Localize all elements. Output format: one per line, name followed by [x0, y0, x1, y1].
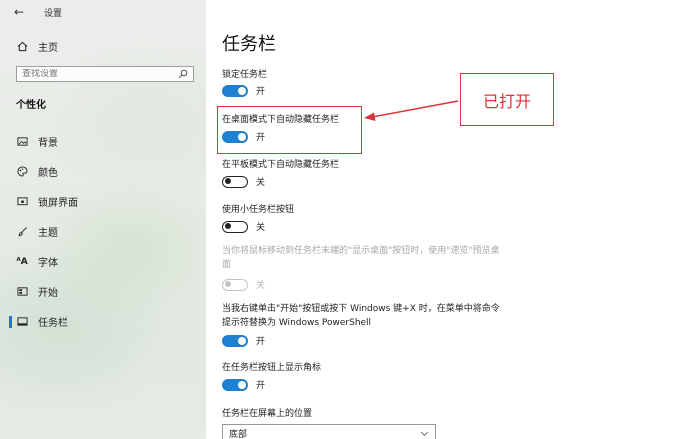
sidebar-item-taskbar[interactable]: 任务栏 [16, 314, 68, 329]
sidebar-item-label: 背景 [38, 138, 58, 149]
home-icon [16, 41, 28, 53]
setting-small-buttons: 关 [222, 220, 265, 233]
toggle-state-label: 开 [256, 87, 266, 97]
sidebar-item-lock-screen[interactable]: 锁屏界面 [16, 194, 78, 209]
active-indicator [9, 316, 12, 328]
setting-autohide-tablet: 关 [222, 175, 265, 188]
toggle-state-label: 关 [256, 178, 266, 188]
toggle-switch[interactable] [222, 220, 248, 233]
back-arrow-icon[interactable]: ← [14, 5, 28, 19]
sidebar-item-colors[interactable]: 颜色 [16, 164, 58, 179]
annotation-callout: 已打开 [460, 73, 554, 126]
select-value: 底部 [229, 429, 248, 439]
setting-label-small-buttons: 使用小任务栏按钮 [222, 205, 295, 215]
section-heading-personalization: 个性化 [16, 100, 46, 111]
toggle-switch[interactable] [222, 175, 248, 188]
setting-badges: 开 [222, 378, 265, 391]
sidebar-item-label: 字体 [38, 258, 58, 269]
search-field[interactable] [16, 66, 194, 82]
settings-window: ← 设置 主页 个性化 背景 [0, 0, 683, 439]
sidebar-item-label: 主页 [38, 43, 58, 54]
setting-label-lock-taskbar: 锁定任务栏 [222, 70, 268, 80]
annotation-highlight-box [217, 106, 362, 154]
setting-label-badges: 在任务栏按钮上显示角标 [222, 363, 322, 373]
sidebar-item-themes[interactable]: 主题 [16, 224, 58, 239]
toggle-switch[interactable] [222, 278, 248, 291]
annotation-callout-text: 已打开 [482, 91, 531, 111]
setting-label-powershell: 当我右键单击"开始"按钮或按下 Windows 键+X 时，在菜单中将命令提示符… [222, 304, 500, 328]
setting-label-position: 任务栏在屏幕上的位置 [222, 409, 313, 419]
sidebar-item-background[interactable]: 背景 [16, 134, 58, 149]
lock-screen-icon [16, 196, 28, 208]
toggle-state-label: 关 [256, 281, 266, 291]
sidebar-item-label: 开始 [38, 288, 58, 299]
chevron-down-icon [421, 431, 428, 436]
title-bar: ← 设置 [14, 4, 62, 20]
sidebar-item-fonts[interactable]: ᴬA 字体 [16, 254, 58, 270]
setting-label-autohide-tablet: 在平板模式下自动隐藏任务栏 [222, 160, 340, 170]
window-title: 设置 [44, 8, 63, 19]
taskbar-icon [16, 316, 28, 328]
toggle-state-label: 开 [256, 381, 266, 391]
search-icon[interactable] [178, 69, 188, 79]
setting-label-peek: 当你将鼠标移动到任务栏末端的"显示桌面"按钮时，使用"速览"预览桌面 [222, 246, 500, 270]
toggle-switch[interactable] [222, 334, 248, 347]
palette-icon [16, 166, 28, 178]
sidebar: ← 设置 主页 个性化 背景 [0, 0, 206, 439]
setting-lock-taskbar: 开 [222, 84, 265, 97]
search-input[interactable] [22, 69, 178, 79]
sidebar-item-label: 颜色 [38, 168, 58, 179]
toggle-state-label: 关 [256, 223, 266, 233]
sidebar-item-start[interactable]: 开始 [16, 284, 58, 299]
sidebar-item-home[interactable]: 主页 [16, 39, 58, 54]
sidebar-item-label: 主题 [38, 228, 58, 239]
toggle-state-label: 开 [256, 337, 266, 347]
setting-peek: 关 [222, 278, 265, 291]
toggle-switch[interactable] [222, 378, 248, 391]
sidebar-item-label: 锁屏界面 [38, 198, 78, 209]
sidebar-item-label: 任务栏 [38, 318, 68, 329]
setting-powershell: 开 [222, 334, 265, 347]
page-title: 任务栏 [222, 34, 276, 55]
brush-icon [16, 226, 28, 238]
start-icon [16, 286, 28, 298]
main-panel: 任务栏 锁定任务栏 开 在桌面模式下自动隐藏任务栏 开 在平板模式下自动隐藏任务… [206, 0, 683, 439]
taskbar-position-select[interactable]: 底部 [222, 424, 436, 439]
font-icon: ᴬA [16, 256, 28, 267]
image-icon [16, 136, 28, 148]
toggle-switch[interactable] [222, 84, 248, 97]
